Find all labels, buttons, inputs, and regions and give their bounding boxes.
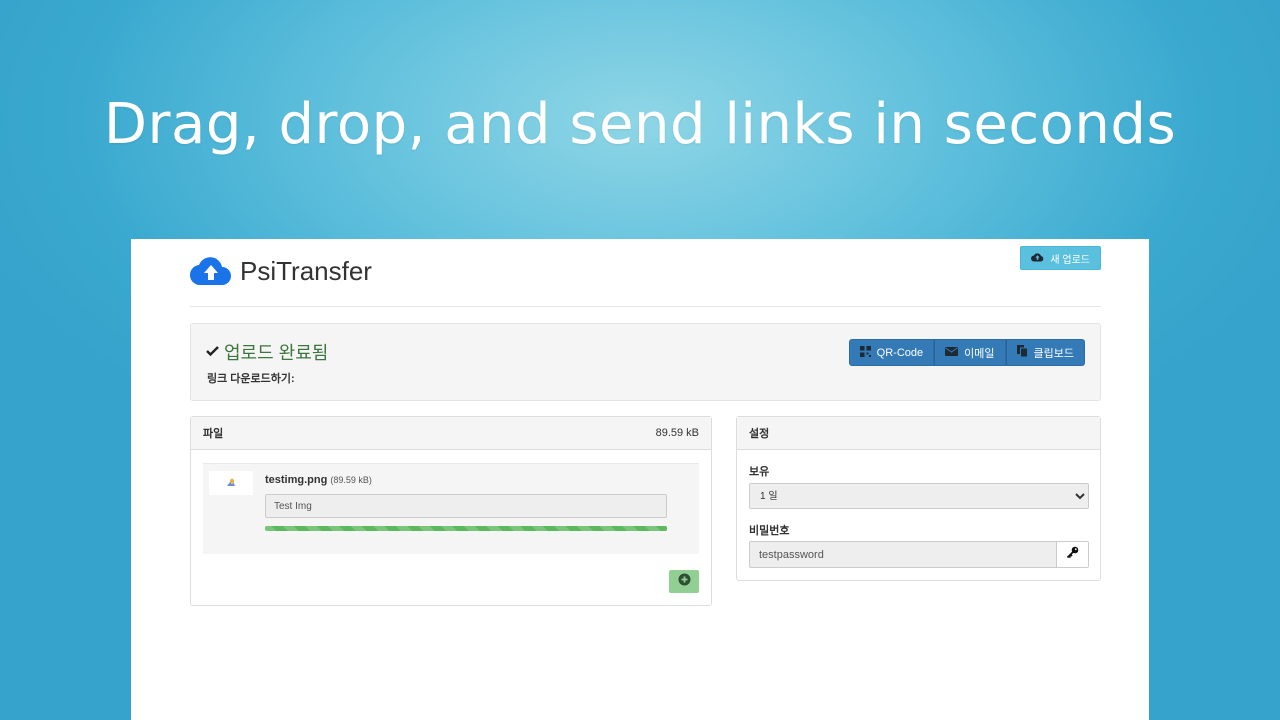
key-icon [1066, 546, 1079, 564]
file-size: (89.59 kB) [330, 475, 372, 485]
upload-done-text: 업로드 완료됨 [224, 343, 329, 363]
app-header: PsiTransfer 새 업로드 [190, 239, 1101, 307]
email-button[interactable]: 이메일 [934, 339, 1006, 366]
checkmark-icon [206, 343, 219, 361]
app-window: PsiTransfer 새 업로드 업로드 완료됨 링크 다운로드하기: QR-… [131, 239, 1149, 720]
file-name: testimg.png [265, 474, 328, 486]
cloud-upload-small-icon [1031, 252, 1044, 265]
password-input-group [749, 541, 1089, 568]
upload-progress-fill [265, 526, 667, 531]
password-label: 비밀번호 [749, 525, 790, 537]
settings-panel-heading: 설정 [737, 417, 1100, 450]
file-thumbnail [209, 471, 253, 495]
qr-code-icon [859, 345, 871, 360]
clipboard-label: 클립보드 [1033, 347, 1074, 360]
upload-done-panel: 업로드 완료됨 링크 다운로드하기: QR-Code 이메일 클립보드 [190, 323, 1101, 401]
new-upload-button[interactable]: 새 업로드 [1020, 246, 1101, 270]
brand-name: PsiTransfer [240, 255, 372, 286]
file-name-line: testimg.png (89.59 kB) [265, 474, 372, 486]
brand-logo[interactable]: PsiTransfer [190, 255, 372, 287]
retention-select[interactable]: 1 일 [749, 483, 1089, 509]
generate-password-button[interactable] [1056, 541, 1089, 568]
new-upload-label: 새 업로드 [1050, 254, 1090, 266]
files-panel: 파일 89.59 kB testimg.png (89.59 kB) [190, 416, 712, 606]
share-button-group: QR-Code 이메일 클립보드 [848, 339, 1085, 366]
settings-heading: 설정 [749, 428, 770, 440]
file-comment-input[interactable] [265, 494, 667, 518]
image-thumbnail-icon [226, 474, 236, 492]
add-file-button[interactable] [669, 570, 699, 593]
qr-code-button[interactable]: QR-Code [848, 339, 935, 366]
upload-done-title: 업로드 완료됨 [206, 339, 328, 365]
plus-circle-icon [678, 573, 691, 591]
hero-title: Drag, drop, and send links in seconds [103, 92, 1177, 157]
clipboard-button[interactable]: 클립보드 [1005, 339, 1085, 366]
settings-panel: 설정 보유 1 일 비밀번호 [736, 416, 1101, 581]
email-label: 이메일 [964, 347, 995, 360]
cloud-upload-icon [190, 255, 232, 287]
upload-progress [265, 526, 667, 531]
password-input[interactable] [749, 541, 1056, 568]
qr-code-label: QR-Code [876, 346, 924, 359]
download-link-label: 링크 다운로드하기: [207, 373, 295, 385]
copy-icon [1016, 345, 1028, 360]
files-panel-heading: 파일 89.59 kB [191, 417, 711, 450]
retention-label: 보유 [749, 466, 770, 478]
files-heading: 파일 [203, 428, 224, 440]
file-item: testimg.png (89.59 kB) [203, 463, 699, 554]
files-total-size: 89.59 kB [655, 427, 699, 439]
envelope-icon [945, 346, 959, 359]
